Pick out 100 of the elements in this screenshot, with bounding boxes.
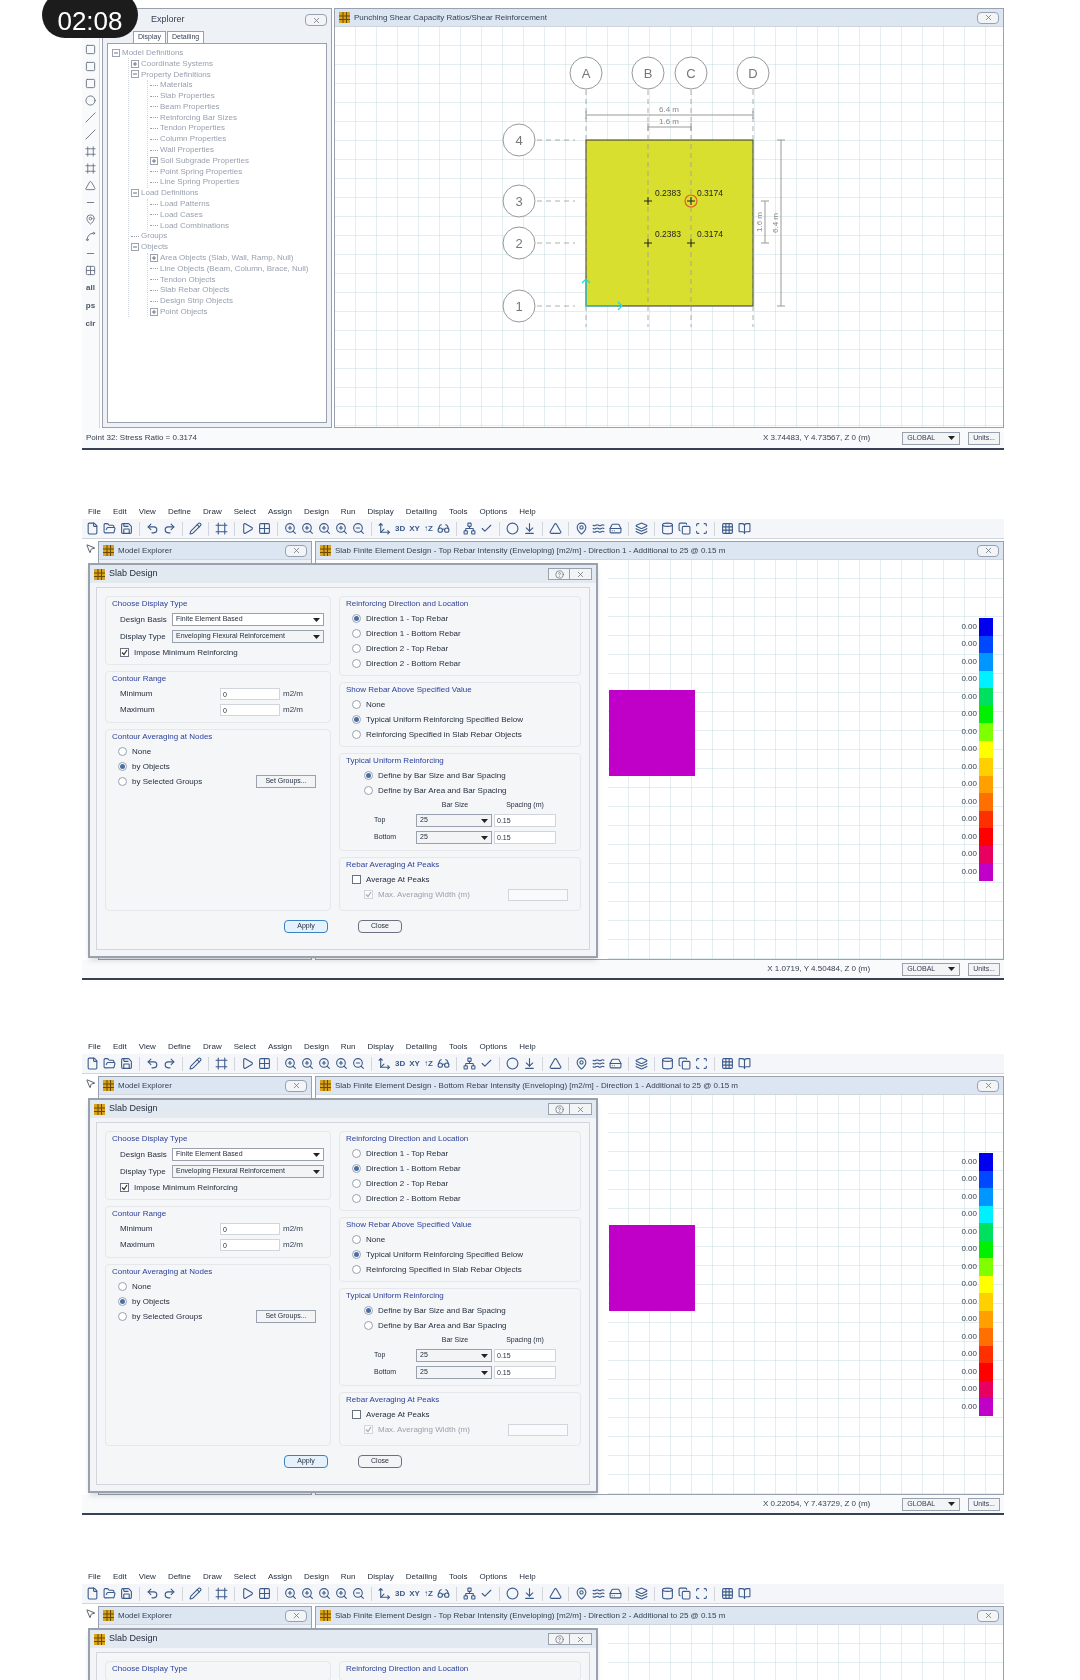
pencil-icon[interactable] [189, 522, 202, 535]
save-icon[interactable] [120, 522, 133, 535]
play-icon[interactable] [241, 522, 254, 535]
tool-button[interactable]: clr [85, 318, 96, 330]
folder-icon[interactable] [103, 1587, 116, 1600]
grid-icon[interactable] [258, 1057, 271, 1070]
axes-icon[interactable] [378, 1587, 391, 1600]
radio-button[interactable] [364, 1321, 373, 1330]
point-marker[interactable] [643, 238, 653, 248]
check-icon[interactable] [479, 522, 493, 535]
layers-icon[interactable] [634, 1587, 648, 1600]
menu-item[interactable]: Detailing [405, 506, 437, 518]
selected-point-marker[interactable] [684, 194, 698, 208]
pin-icon[interactable] [574, 522, 588, 535]
toolbar-button[interactable]: 3D [395, 1587, 406, 1600]
file-icon[interactable] [86, 1057, 99, 1070]
copy-icon[interactable] [677, 1587, 691, 1600]
wave-icon[interactable] [591, 1587, 605, 1600]
pointer-icon[interactable] [84, 1608, 96, 1619]
menu-item[interactable]: Tools [448, 506, 468, 518]
close-button[interactable] [305, 14, 327, 26]
toolbar-button[interactable]: ↑Z [423, 1057, 433, 1070]
copy-icon[interactable] [677, 522, 691, 535]
menu-item[interactable]: Select [233, 1571, 256, 1583]
radio-button[interactable] [364, 771, 373, 780]
glasses-icon[interactable] [436, 522, 450, 535]
radio-button[interactable] [118, 1297, 127, 1306]
grid-icon[interactable] [85, 265, 96, 276]
triangle-icon[interactable] [548, 522, 562, 535]
radio-button[interactable] [352, 1164, 361, 1173]
menu-item[interactable]: Help [519, 506, 536, 518]
menu-item[interactable]: File [88, 1571, 101, 1583]
close-button[interactable] [977, 1609, 999, 1622]
wave-icon[interactable] [591, 1057, 605, 1070]
toolbar-button[interactable]: XY [409, 1057, 420, 1070]
pin-icon[interactable] [574, 1057, 588, 1070]
grid-icon[interactable] [258, 522, 271, 535]
zoom-out-icon[interactable] [352, 1057, 365, 1070]
zoom-in-icon[interactable] [301, 522, 314, 535]
square-icon[interactable] [85, 78, 96, 89]
scan-icon[interactable] [694, 1057, 708, 1070]
pencil-icon[interactable] [189, 1587, 202, 1600]
menu-item[interactable]: Edit [112, 506, 127, 518]
redo-icon[interactable] [163, 522, 176, 535]
menu-item[interactable]: Display [367, 506, 394, 518]
radio-button[interactable] [352, 730, 361, 739]
expand-toggle[interactable] [131, 59, 139, 68]
close-button[interactable] [570, 1103, 592, 1115]
radio-button[interactable] [118, 747, 127, 756]
radio-button[interactable] [352, 629, 361, 638]
table-icon[interactable] [720, 1587, 734, 1600]
arrow-down-icon[interactable] [522, 522, 536, 535]
menu-item[interactable]: Options [479, 1571, 508, 1583]
wave-icon[interactable] [591, 522, 605, 535]
frame-icon[interactable] [85, 163, 96, 174]
undo-icon[interactable] [146, 1057, 159, 1070]
menu-item[interactable]: Design [303, 1041, 329, 1053]
zoom-in-icon[interactable] [335, 522, 348, 535]
radio-button[interactable] [352, 1194, 361, 1203]
circle-icon[interactable] [85, 95, 96, 106]
radio-button[interactable] [118, 1312, 127, 1321]
input-field[interactable] [508, 888, 568, 901]
grid-icon[interactable] [258, 1587, 271, 1600]
cylinder-icon[interactable] [660, 522, 674, 535]
toolbar-button[interactable]: 3D [395, 522, 406, 535]
pointer-icon[interactable] [84, 543, 96, 554]
menu-item[interactable]: Design [303, 1571, 329, 1583]
close-button[interactable] [285, 1609, 307, 1622]
toolbar-button[interactable]: XY [409, 1587, 420, 1600]
undo-icon[interactable] [146, 522, 159, 535]
radio-button[interactable] [118, 1282, 127, 1291]
toolbar-button[interactable]: XY [409, 522, 420, 535]
radio-button[interactable] [352, 700, 361, 709]
radio-button[interactable] [118, 777, 127, 786]
point-marker[interactable] [643, 196, 653, 206]
expand-toggle[interactable] [150, 254, 158, 263]
book-icon[interactable] [737, 1587, 751, 1600]
expand-toggle[interactable] [150, 156, 158, 165]
zoom-in-icon[interactable] [318, 1057, 331, 1070]
tool-button[interactable]: ps [85, 300, 96, 312]
zoom-in-icon[interactable] [301, 1587, 314, 1600]
radio-button[interactable] [352, 614, 361, 623]
close-button[interactable] [977, 544, 999, 557]
zoom-in-icon[interactable] [284, 1587, 297, 1600]
scan-icon[interactable] [694, 522, 708, 535]
menu-item[interactable]: Run [340, 1571, 356, 1583]
menu-item[interactable]: Define [167, 1571, 191, 1583]
arrow-down-icon[interactable] [522, 1057, 536, 1070]
circle-icon[interactable] [505, 1057, 519, 1070]
menu-item[interactable]: Select [233, 506, 256, 518]
menu-item[interactable]: Assign [267, 506, 292, 518]
radio-button[interactable] [352, 1149, 361, 1158]
network-icon[interactable] [462, 522, 476, 535]
cylinder-icon[interactable] [660, 1057, 674, 1070]
menu-item[interactable]: Run [340, 1041, 356, 1053]
undo-icon[interactable] [146, 1587, 159, 1600]
menu-item[interactable]: Draw [203, 1041, 222, 1053]
expand-toggle[interactable] [131, 189, 139, 198]
menu-item[interactable]: Detailing [405, 1041, 437, 1053]
menu-item[interactable]: Assign [267, 1041, 292, 1053]
